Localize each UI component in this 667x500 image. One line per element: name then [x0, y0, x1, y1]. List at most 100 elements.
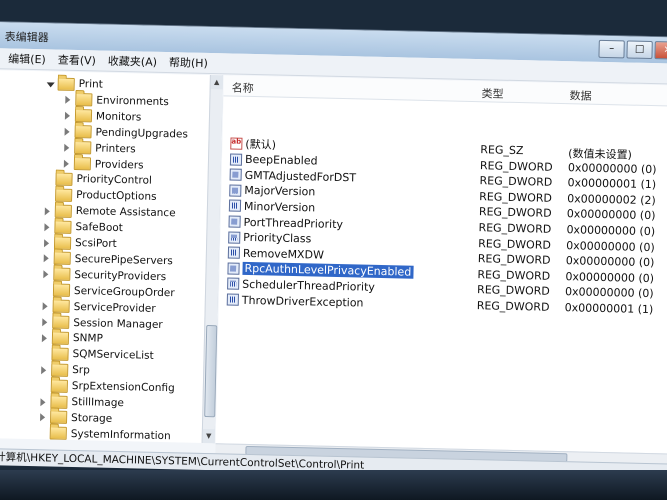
binary-value-icon [228, 199, 242, 213]
values-list: 名称 类型 数据 (默认)REG_SZ(数值未设置)BeepEnabledREG… [215, 75, 667, 454]
folder-icon [51, 347, 69, 361]
expand-icon[interactable] [41, 270, 50, 279]
value-data: 0x00000000 (0) [567, 160, 657, 176]
expand-icon[interactable] [62, 159, 71, 168]
folder-icon [73, 156, 92, 171]
value-data: 0x00000000 (0) [566, 238, 655, 254]
expand-icon[interactable] [42, 254, 51, 263]
value-name-cell: (默认) [230, 136, 276, 153]
folder-icon [52, 283, 71, 298]
column-header-type[interactable]: 类型 [481, 85, 503, 101]
tree-item-label: Storage [70, 411, 113, 425]
tree-item-label: StillImage [71, 395, 125, 410]
binary-value-icon [227, 246, 241, 259]
folder-icon [49, 410, 68, 425]
registry-tree[interactable]: Print Environments Monitors PendingUpgrades… [0, 70, 223, 444]
tree-item-label: Session Manager [73, 316, 163, 331]
folder-icon [53, 267, 71, 282]
menu-view[interactable]: 查看(V) [58, 52, 96, 69]
folder-icon [53, 236, 72, 250]
value-type: REG_DWORD [478, 221, 552, 236]
expand-icon[interactable] [38, 397, 47, 406]
folder-icon [54, 220, 72, 234]
maximize-button[interactable]: □ [626, 40, 653, 60]
tree-item-label: SystemInformation [70, 427, 171, 443]
value-name: PortThreadPriority [243, 215, 344, 231]
binary-value-icon [229, 168, 242, 181]
window-controls: – □ × [598, 39, 667, 60]
folder-icon [55, 188, 73, 202]
expand-icon[interactable] [62, 143, 71, 152]
tree-item[interactable]: SystemInformation [38, 425, 171, 443]
binary-value-icon [227, 262, 240, 275]
tree-item-label: Remote Assistance [75, 205, 176, 220]
expand-icon[interactable] [40, 317, 49, 326]
value-name: PriorityClass [243, 230, 312, 246]
value-name: ThrowDriverException [241, 293, 364, 310]
expand-icon[interactable] [39, 365, 48, 374]
menu-help[interactable]: 帮助(H) [169, 54, 208, 71]
expand-icon[interactable] [63, 95, 72, 104]
expand-icon[interactable] [43, 206, 52, 215]
tree-item-label: PriorityControl [76, 173, 152, 188]
tree-item-label: ScsiPort [74, 237, 117, 250]
folder-icon [74, 109, 93, 123]
value-type: REG_DWORD [479, 189, 553, 205]
expand-icon[interactable] [40, 333, 49, 342]
value-data: 0x00000001 (1) [567, 176, 657, 192]
value-name: MinorVersion [243, 199, 316, 215]
string-value-icon [230, 137, 243, 150]
tree-item-label: Monitors [95, 110, 142, 124]
minimize-button[interactable]: – [598, 39, 625, 59]
value-type: REG_DWORD [476, 299, 550, 314]
tree-item-label: ProductOptions [76, 189, 157, 204]
tree-item-label: Print [78, 78, 103, 91]
value-type: REG_DWORD [477, 252, 551, 267]
folder-icon [50, 394, 68, 409]
tree-item-label: Environments [96, 94, 169, 108]
tree-item-label: SafeBoot [75, 221, 124, 235]
value-type: REG_DWORD [478, 236, 552, 252]
value-type: REG_DWORD [477, 267, 551, 283]
expand-icon[interactable] [42, 238, 51, 247]
tree-item[interactable]: Srp [39, 361, 90, 378]
folder-icon [51, 363, 69, 377]
tree-item-label: ServiceGroupOrder [73, 284, 175, 299]
value-data: 0x00000000 (0) [564, 285, 654, 301]
folder-icon [50, 379, 68, 393]
close-button[interactable]: × [654, 41, 667, 60]
expand-icon[interactable] [63, 127, 72, 136]
binary-value-icon [228, 215, 241, 228]
tree-item[interactable]: SNMP [40, 330, 103, 347]
menu-edit[interactable]: 编辑(E) [8, 50, 46, 67]
tree-item-label: PendingUpgrades [95, 126, 189, 141]
folder-icon [54, 204, 72, 218]
value-data: 0x00000000 (0) [566, 207, 656, 223]
binary-value-icon [229, 153, 243, 166]
value-type: REG_SZ [480, 143, 524, 158]
value-type: REG_DWORD [478, 205, 552, 221]
column-header-data[interactable]: 数据 [569, 87, 591, 103]
expand-icon[interactable] [63, 111, 72, 120]
value-type: REG_DWORD [479, 158, 553, 174]
folder-icon [75, 93, 93, 107]
folder-icon [53, 251, 71, 266]
tree-item[interactable]: Print [46, 75, 104, 92]
expand-icon[interactable] [41, 301, 50, 310]
expand-icon[interactable] [38, 413, 47, 422]
folder-icon [52, 315, 70, 329]
scroll-up-icon[interactable]: ▲ [210, 75, 223, 90]
menu-favorites[interactable]: 收藏夹(A) [108, 53, 157, 70]
folder-icon [57, 77, 75, 91]
tree-item-label: Srp [72, 364, 90, 377]
scroll-down-icon[interactable]: ▼ [202, 428, 215, 444]
binary-value-icon [228, 231, 241, 244]
tree-item-label: Printers [95, 142, 136, 155]
folder-icon [74, 125, 92, 139]
scroll-thumb[interactable] [204, 325, 218, 418]
collapse-icon[interactable] [46, 79, 55, 88]
expand-icon[interactable] [42, 222, 51, 231]
binary-value-icon [226, 293, 239, 306]
column-header-name[interactable]: 名称 [231, 80, 253, 96]
tree-item-label: ServiceProvider [73, 300, 156, 315]
